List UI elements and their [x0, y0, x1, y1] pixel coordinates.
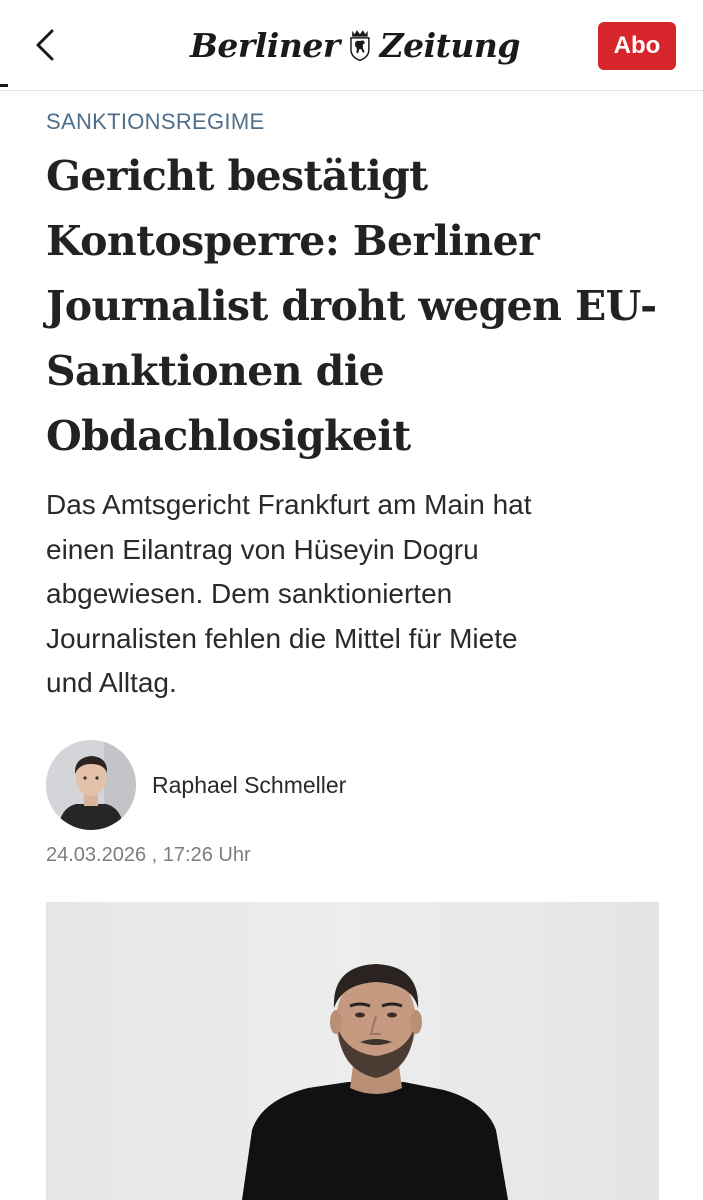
- back-button[interactable]: [20, 18, 70, 72]
- lead-line: abgewiesen. Dem sanktionierten: [46, 578, 453, 609]
- newspaper-logo[interactable]: Berliner Zeitung: [190, 12, 521, 78]
- logo-word-right: Zeitung: [379, 25, 521, 65]
- author-avatar[interactable]: [46, 740, 136, 830]
- article-kicker: SANKTIONSREGIME: [46, 109, 265, 134]
- article-lead: Das Amtsgericht Frankfurt am Main hat ei…: [46, 483, 666, 706]
- article-headline: Gericht bestätigt Kontosperre: Berliner …: [46, 144, 666, 469]
- berlin-bear-crest-icon: [349, 30, 370, 62]
- top-app-bar: Berliner Zeitung Abo: [0, 0, 703, 91]
- chevron-left-icon: [36, 29, 54, 61]
- lead-line: Das Amtsgericht Frankfurt am Main hat: [46, 489, 532, 520]
- headline-line: Obdachlosigkeit: [46, 412, 411, 460]
- author-byline[interactable]: Raphael Schmeller: [46, 739, 346, 831]
- author-portrait: [46, 740, 136, 830]
- headline-line: Journalist droht wegen EU-: [46, 282, 657, 330]
- author-name[interactable]: Raphael Schmeller: [152, 772, 346, 799]
- logo-word-left: Berliner: [190, 25, 340, 65]
- headline-line: Sanktionen die: [46, 347, 385, 395]
- headline-line: Kontosperre: Berliner: [46, 217, 540, 265]
- subscribe-button[interactable]: Abo: [598, 22, 676, 70]
- edge-marker: [0, 84, 8, 87]
- lead-line: Journalisten fehlen die Mittel für Miete: [46, 622, 518, 654]
- headline-line: Gericht bestätigt: [46, 152, 428, 200]
- hero-image: [46, 902, 659, 1200]
- lead-line: und Alltag.: [46, 667, 177, 698]
- portrait-photo: [46, 902, 659, 1200]
- lead-line: einen Eilantrag von Hüseyin Dogru: [46, 533, 479, 565]
- publish-date: 24.03.2026 , 17:26 Uhr: [46, 844, 251, 866]
